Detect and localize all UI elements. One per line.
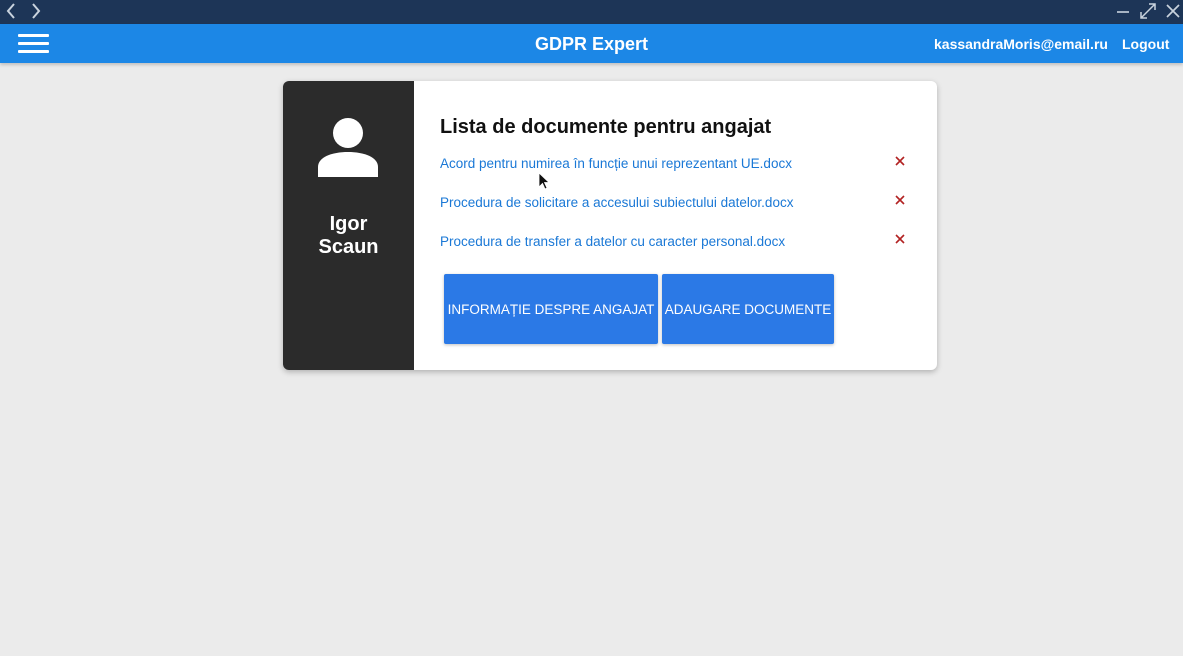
minimize-icon[interactable]	[1112, 0, 1134, 22]
user-email: kassandraMoris@email.ru	[934, 36, 1108, 52]
close-icon[interactable]	[892, 231, 908, 247]
employee-last-name: Scaun	[318, 236, 379, 258]
document-link[interactable]: Procedura de solicitare a accesului subi…	[440, 195, 793, 210]
document-row: Acord pentru numirea în funcție unui rep…	[440, 156, 910, 176]
document-link[interactable]: Procedura de transfer a datelor cu carac…	[440, 234, 785, 249]
user-avatar-icon	[318, 118, 378, 177]
documents-panel: Lista de documente pentru angajat Acord …	[414, 81, 937, 370]
employee-info-button[interactable]: INFORMAȚIE DESPRE ANGAJAT	[444, 274, 658, 344]
close-icon[interactable]	[892, 153, 908, 169]
logout-button[interactable]: Logout	[1122, 36, 1169, 52]
add-documents-button[interactable]: ADAUGARE DOCUMENTE	[662, 274, 834, 344]
employee-first-name: Igor	[329, 213, 368, 235]
document-link[interactable]: Acord pentru numirea în funcție unui rep…	[440, 156, 792, 171]
maximize-icon[interactable]	[1137, 0, 1159, 22]
back-icon[interactable]	[0, 0, 22, 22]
employee-sidebar: Igor Scaun	[283, 81, 414, 370]
employee-name: Igor Scaun	[283, 213, 414, 259]
forward-icon[interactable]	[25, 0, 47, 22]
window-close-icon[interactable]	[1162, 0, 1183, 22]
close-icon[interactable]	[892, 192, 908, 208]
app-header: GDPR Expert kassandraMoris@email.ru Logo…	[0, 24, 1183, 63]
window-titlebar	[0, 0, 1183, 24]
documents-title: Lista de documente pentru angajat	[440, 116, 772, 138]
hamburger-menu-icon[interactable]	[18, 32, 50, 56]
document-row: Procedura de solicitare a accesului subi…	[440, 195, 910, 215]
employee-card: Igor Scaun Lista de documente pentru ang…	[283, 81, 937, 370]
mouse-cursor-icon	[538, 172, 550, 190]
document-row: Procedura de transfer a datelor cu carac…	[440, 234, 910, 254]
